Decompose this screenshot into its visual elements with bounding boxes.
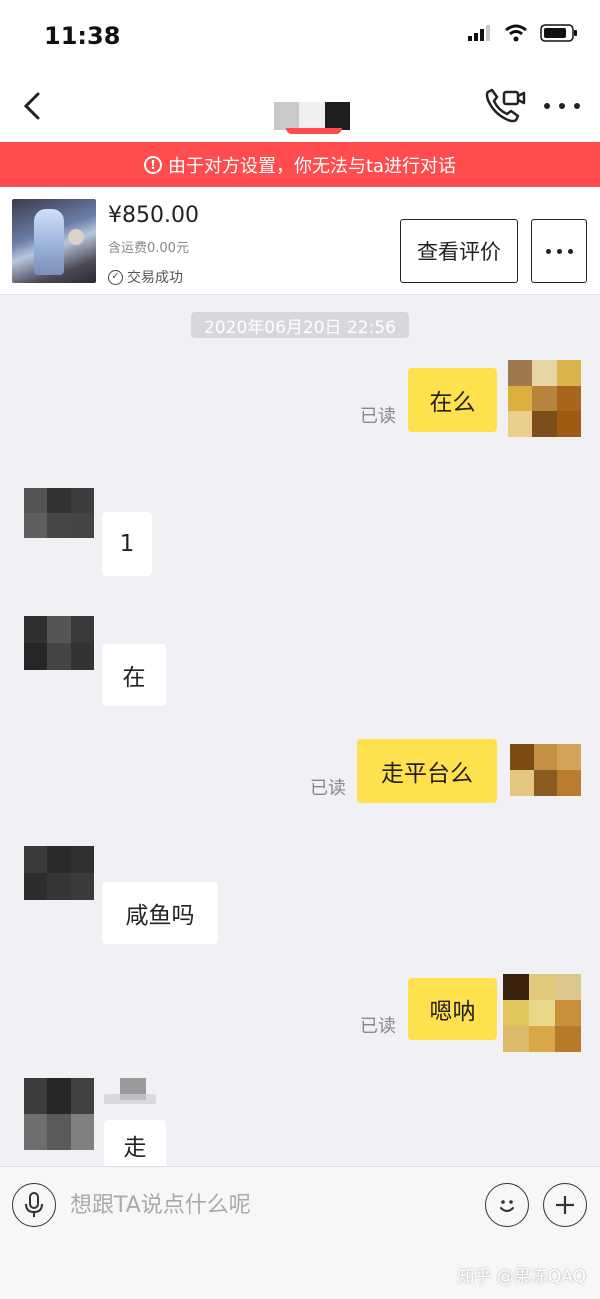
message-bubble[interactable]: 嗯呐 (408, 978, 497, 1040)
message-bubble[interactable]: 咸鱼吗 (102, 882, 218, 944)
input-bar (0, 1166, 600, 1244)
product-more-button[interactable] (531, 219, 587, 283)
message-bubble[interactable]: 在么 (408, 368, 497, 432)
blocked-warning-banner: ! 由于对方设置，你无法与ta进行对话 (0, 142, 600, 187)
call-button[interactable] (482, 86, 526, 126)
dot-icon (545, 248, 551, 254)
title-underline (286, 128, 342, 134)
wifi-icon (505, 24, 527, 42)
chat-area[interactable]: 2020年06月20日 22:56 已读 在么 1 在 已读 走平台么 咸鱼吗 … (0, 296, 600, 1166)
contact-avatar[interactable] (24, 488, 94, 538)
view-review-button[interactable]: 查看评价 (400, 219, 518, 283)
my-avatar[interactable] (510, 744, 581, 796)
watermark: 知乎 @果冻QAQ (457, 1267, 587, 1287)
trade-status-label: 交易成功 (127, 270, 183, 286)
battery-icon (540, 24, 577, 42)
dot-icon (574, 103, 580, 109)
message-input[interactable] (70, 1185, 450, 1225)
product-shipping: 含运费0.00元 (108, 241, 189, 256)
read-receipt: 已读 (310, 778, 346, 799)
back-button[interactable] (18, 90, 48, 122)
smiley-icon (500, 1200, 514, 1212)
status-time: 11:38 (44, 22, 121, 50)
message-bubble[interactable]: 在 (102, 644, 166, 706)
plus-icon (556, 1196, 574, 1214)
emoji-button[interactable] (485, 1183, 529, 1227)
message-bubble[interactable]: 走平台么 (357, 739, 497, 803)
contact-avatar[interactable] (24, 1078, 94, 1150)
contact-name-redacted (274, 102, 350, 130)
product-price: ¥850.00 (108, 203, 199, 228)
chat-timestamp: 2020年06月20日 22:56 (191, 312, 409, 338)
trade-status: ✓ 交易成功 (108, 267, 183, 287)
redacted-label (104, 1094, 156, 1104)
contact-avatar[interactable] (24, 616, 94, 670)
check-circle-icon: ✓ (108, 269, 123, 285)
warning-text: 由于对方设置，你无法与ta进行对话 (167, 155, 457, 177)
my-avatar[interactable] (503, 974, 581, 1052)
cellular-signal-icon (468, 25, 490, 41)
more-functions-button[interactable] (543, 1183, 587, 1227)
dot-icon (567, 248, 573, 254)
status-icons (468, 24, 578, 42)
message-bubble[interactable]: 走 (104, 1120, 166, 1166)
dot-icon (559, 103, 565, 109)
phone-video-icon (485, 88, 526, 123)
warning-icon: ! (143, 155, 162, 174)
chevron-left-icon (23, 92, 40, 120)
nav-bar (0, 70, 600, 142)
thumbnail-figure (34, 209, 64, 275)
more-options-button[interactable] (544, 100, 580, 112)
thumbnail-item (68, 229, 84, 245)
voice-button[interactable] (12, 1183, 56, 1227)
dot-icon (544, 103, 550, 109)
dot-icon (556, 248, 562, 254)
read-receipt: 已读 (360, 1016, 396, 1037)
my-avatar[interactable] (508, 360, 581, 437)
read-receipt: 已读 (360, 406, 396, 427)
contact-avatar[interactable] (24, 846, 94, 900)
status-bar: 11:38 (0, 0, 600, 70)
product-card[interactable]: ¥850.00 含运费0.00元 ✓ 交易成功 查看评价 (0, 187, 600, 295)
product-thumbnail[interactable] (12, 199, 96, 283)
microphone-icon (25, 1192, 43, 1217)
message-bubble[interactable]: 1 (102, 512, 152, 576)
